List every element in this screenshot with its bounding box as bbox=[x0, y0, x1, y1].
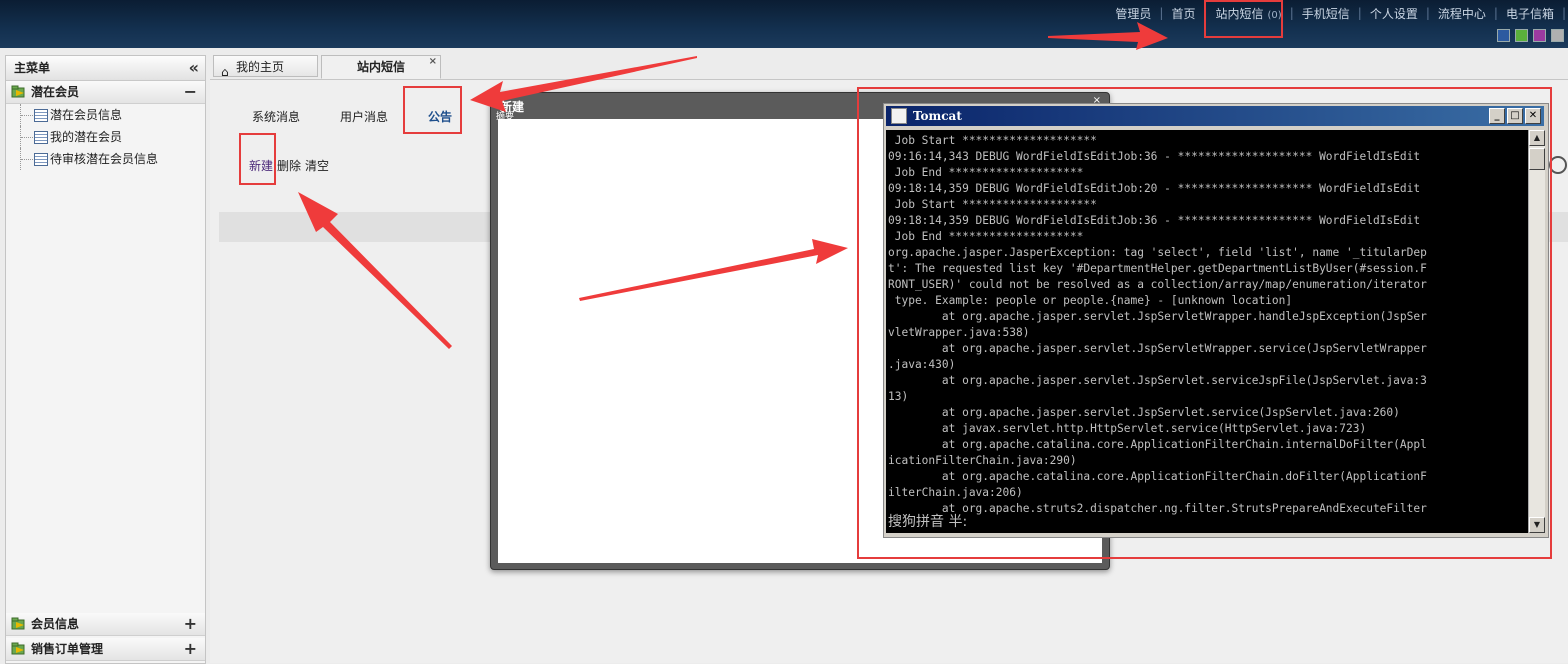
page-tabs: ⌂ 我的主页 站内短信 × bbox=[213, 55, 444, 79]
tab-label: 站内短信 bbox=[356, 60, 405, 74]
nav-separator: | bbox=[1159, 6, 1164, 20]
theme-swatch-green[interactable] bbox=[1515, 29, 1528, 42]
expand-group-icon[interactable]: + bbox=[184, 638, 197, 660]
sidebar-group-label: 潜在会员 bbox=[31, 85, 80, 99]
annotation-box-console bbox=[857, 87, 1552, 559]
sidebar-item-label: 我的潜在会员 bbox=[50, 130, 123, 144]
nav-email[interactable]: 电子信箱 bbox=[1506, 5, 1554, 22]
nav-sms[interactable]: 手机短信 bbox=[1302, 5, 1350, 22]
nav-separator: | bbox=[1425, 6, 1430, 20]
theme-swatch-grey[interactable] bbox=[1551, 29, 1564, 42]
tab-user-messages[interactable]: 用户消息 bbox=[340, 108, 388, 125]
sidebar-group-label: 销售订单管理 bbox=[31, 642, 104, 656]
collapse-sidebar-icon[interactable]: « bbox=[189, 56, 199, 80]
nav-separator: | bbox=[1493, 6, 1498, 20]
table-icon bbox=[34, 131, 48, 144]
sidebar-item-label: 潜在会员信息 bbox=[50, 108, 123, 122]
expand-group-icon[interactable]: + bbox=[184, 613, 197, 635]
folder-icon bbox=[11, 642, 25, 655]
close-tab-icon[interactable]: × bbox=[429, 51, 437, 73]
sidebar-group-sales-orders[interactable]: 销售订单管理 + bbox=[6, 638, 205, 661]
annotation-box-messages bbox=[1204, 0, 1283, 38]
top-header: 管理员 | 首页 | 站内短信 (0) | 手机短信 | 个人设置 | 流程中心 … bbox=[0, 0, 1568, 48]
tree-line bbox=[20, 148, 35, 170]
tab-system-messages[interactable]: 系统消息 bbox=[252, 108, 300, 125]
annotation-box-announcement bbox=[403, 86, 462, 134]
main-menu-sidebar: 主菜单 « 潜在会员 − 潜在会员信息 我的潜在会员 待审核潜在会员信息 会员信… bbox=[5, 55, 206, 664]
nav-separator: | bbox=[1289, 6, 1294, 20]
sidebar-group-member-info[interactable]: 会员信息 + bbox=[6, 613, 205, 636]
theme-swatch-blue[interactable] bbox=[1497, 29, 1510, 42]
delete-button[interactable]: 删除 bbox=[277, 157, 301, 174]
sidebar-item-label: 待审核潜在会员信息 bbox=[50, 152, 159, 166]
sidebar-group-label: 会员信息 bbox=[31, 617, 80, 631]
tab-label: 我的主页 bbox=[236, 60, 285, 74]
clear-button[interactable]: 清空 bbox=[305, 157, 329, 174]
table-icon bbox=[34, 153, 48, 166]
sidebar-header: 主菜单 « bbox=[6, 56, 205, 81]
theme-swatch-purple[interactable] bbox=[1533, 29, 1546, 42]
tree-line bbox=[20, 126, 35, 148]
nav-admin[interactable]: 管理员 bbox=[1115, 5, 1151, 22]
nav-personal-settings[interactable]: 个人设置 bbox=[1370, 5, 1418, 22]
sidebar-group-potential-members[interactable]: 潜在会员 − bbox=[6, 81, 205, 104]
nav-workflow-center[interactable]: 流程中心 bbox=[1438, 5, 1486, 22]
top-nav: 管理员 | 首页 | 站内短信 (0) | 手机短信 | 个人设置 | 流程中心 … bbox=[1115, 4, 1568, 22]
folder-icon bbox=[11, 617, 25, 630]
collapse-group-icon[interactable]: − bbox=[184, 81, 197, 103]
tab-internal-messages[interactable]: 站内短信 × bbox=[321, 55, 441, 79]
nav-separator: | bbox=[1561, 6, 1566, 20]
tab-my-homepage[interactable]: ⌂ 我的主页 bbox=[213, 55, 318, 79]
folder-icon bbox=[11, 85, 25, 98]
sidebar-title: 主菜单 bbox=[14, 61, 51, 75]
sidebar-bottom-groups: 会员信息 + 销售订单管理 + bbox=[6, 613, 205, 661]
sidebar-item-potential-member-info[interactable]: 潜在会员信息 bbox=[6, 104, 205, 126]
theme-swatches bbox=[1497, 29, 1564, 42]
nav-separator: | bbox=[1357, 6, 1362, 20]
nav-home[interactable]: 首页 bbox=[1171, 5, 1195, 22]
sidebar-item-my-potential-members[interactable]: 我的潜在会员 bbox=[6, 126, 205, 148]
tree-line bbox=[20, 104, 35, 126]
annotation-box-new bbox=[239, 133, 276, 185]
table-icon bbox=[34, 109, 48, 122]
sidebar-item-pending-review[interactable]: 待审核潜在会员信息 bbox=[6, 148, 205, 170]
